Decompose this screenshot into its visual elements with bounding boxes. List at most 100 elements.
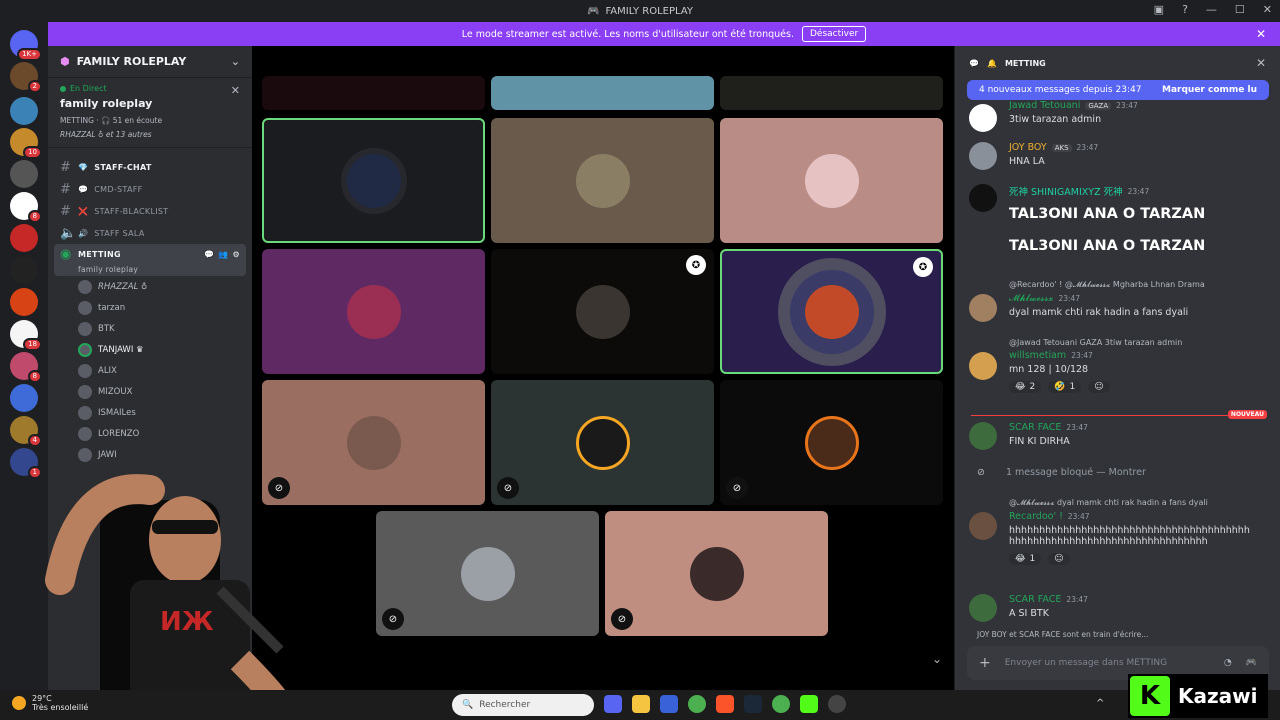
server-icon[interactable] bbox=[10, 224, 38, 252]
channel-item[interactable]: 🔈 🔊 STAFF SALA bbox=[48, 222, 252, 244]
steam-icon[interactable] bbox=[744, 695, 762, 713]
server-icon[interactable] bbox=[10, 288, 38, 316]
home-button[interactable]: 1K+ bbox=[10, 30, 42, 61]
chat-message[interactable]: Jawad Tetouani GAZA 23:47 3tiw tarazan adm… bbox=[969, 100, 1269, 132]
add-reaction-button[interactable]: ☺ bbox=[1048, 553, 1070, 565]
author-name[interactable]: Jawad Tetouani bbox=[1009, 100, 1080, 111]
reply-preview[interactable]: @𝓜𝓱𝓵𝔀𝓮𝓼𝓼𝔁 dyal mamk chti rak hadin a fan… bbox=[1009, 498, 1269, 508]
voice-user[interactable]: tarzan bbox=[48, 297, 252, 318]
reaction[interactable]: 😂 1 bbox=[1009, 553, 1042, 565]
close-window-button[interactable]: ✕ bbox=[1263, 3, 1272, 16]
participant-tile[interactable]: ✪ bbox=[491, 249, 714, 374]
plus-icon[interactable]: + bbox=[979, 655, 991, 671]
author-name[interactable]: SCAR FACE bbox=[1009, 594, 1061, 605]
participant-tile[interactable]: ⊘ bbox=[491, 380, 714, 505]
message-input[interactable]: Envoyer un message dans METTING bbox=[1005, 658, 1167, 668]
help-icon[interactable]: ? bbox=[1182, 3, 1188, 16]
server-icon[interactable]: 8 bbox=[10, 352, 42, 383]
server-icon[interactable]: 1 bbox=[10, 448, 42, 479]
participant-tile[interactable] bbox=[262, 76, 485, 110]
add-reaction-button[interactable]: ☺ bbox=[1088, 381, 1110, 393]
live-panel[interactable]: En Direct family roleplay METTING · 🎧 51… bbox=[48, 78, 252, 148]
discord-app-icon[interactable] bbox=[604, 695, 622, 713]
close-chat-icon[interactable]: ✕ bbox=[1256, 56, 1266, 70]
active-voice-channel[interactable]: ◉ METTING 💬 👥 ⚙ family roleplay bbox=[54, 244, 246, 276]
channel-item[interactable]: # 💬 CMD-STAFF bbox=[48, 178, 252, 200]
maximize-button[interactable]: ☐ bbox=[1235, 3, 1245, 16]
chat-message[interactable]: JOY BOY AKS 23:47 HNA LA bbox=[969, 142, 1269, 170]
channel-item[interactable]: # ❌ STAFF-BLACKLIST bbox=[48, 200, 252, 222]
new-messages-bar[interactable]: 4 nouveaux messages depuis 23:47 Marquer… bbox=[967, 80, 1269, 100]
close-icon[interactable]: ✕ bbox=[231, 84, 240, 97]
sticker-icon[interactable]: ◔ bbox=[1224, 658, 1232, 668]
voice-user[interactable]: MIZOUX bbox=[48, 381, 252, 402]
mark-as-read-button[interactable]: Marquer comme lu bbox=[1162, 85, 1257, 95]
gamepad-icon[interactable]: 🎮 bbox=[1246, 658, 1257, 668]
participant-tile[interactable] bbox=[262, 249, 485, 374]
chat-message[interactable]: SCAR FACE 23:47 A SI BTK bbox=[969, 594, 1269, 622]
chat-icon[interactable]: 💬 bbox=[204, 250, 214, 259]
server-icon[interactable]: 18 bbox=[10, 320, 42, 351]
voice-user[interactable]: LORENZO bbox=[48, 423, 252, 444]
author-name[interactable]: 𝓜𝓱𝓵𝔀𝓮𝓼𝓼𝔁 bbox=[1009, 293, 1053, 304]
blocked-text[interactable]: 1 message bloqué — Montrer bbox=[1006, 467, 1146, 478]
chat-message[interactable]: 死神 SHINIGAMIXYZ 死神 23:47 TAL3ONI ANA O TA… bbox=[969, 184, 1269, 254]
voice-user[interactable]: ISMAILes bbox=[48, 402, 252, 423]
server-icon[interactable]: 2 bbox=[10, 62, 42, 93]
participant-tile[interactable]: ⊘ bbox=[262, 380, 485, 505]
participant-tile[interactable]: ⊘ bbox=[376, 511, 599, 636]
reaction[interactable]: 😂 2 bbox=[1009, 381, 1042, 393]
inbox-icon[interactable]: ▣ bbox=[1154, 3, 1164, 16]
chevron-down-icon[interactable]: ⌄ bbox=[932, 652, 942, 666]
minimize-button[interactable]: — bbox=[1206, 3, 1217, 16]
reply-preview[interactable]: @Recardoo' ! @𝓜𝓱𝓵𝔀𝓮𝓼𝓼𝔁 Mgharba Lhnan Dra… bbox=[1009, 280, 1269, 290]
blocked-message[interactable]: ⊘ 1 message bloqué — Montrer bbox=[969, 467, 1269, 478]
chat-message[interactable]: SCAR FACE 23:47 FIN KI DIRHA bbox=[969, 422, 1269, 450]
taskbar-search[interactable]: 🔍 Rechercher bbox=[452, 694, 594, 716]
brave-icon[interactable] bbox=[716, 695, 734, 713]
voice-user[interactable]: TANJAWI ♛ bbox=[48, 339, 252, 360]
author-name[interactable]: Recardoo' ! bbox=[1009, 511, 1063, 522]
close-banner-icon[interactable]: ✕ bbox=[1256, 27, 1266, 41]
chat-message[interactable]: @𝓜𝓱𝓵𝔀𝓮𝓼𝓼𝔁 dyal mamk chti rak hadin a fan… bbox=[969, 498, 1269, 565]
disable-streamer-mode-button[interactable]: Désactiver bbox=[801, 26, 867, 42]
obs-icon[interactable] bbox=[828, 695, 846, 713]
participant-tile[interactable]: ⊘ bbox=[605, 511, 828, 636]
author-name[interactable]: JOY BOY bbox=[1009, 142, 1047, 153]
server-icon[interactable]: 8 bbox=[10, 192, 42, 223]
app-icon[interactable] bbox=[660, 695, 678, 713]
chrome-icon[interactable] bbox=[772, 695, 790, 713]
chevron-down-icon[interactable]: ⌄ bbox=[231, 55, 240, 68]
participant-tile[interactable] bbox=[262, 118, 485, 243]
server-icon[interactable] bbox=[10, 256, 38, 284]
reply-preview[interactable]: @Jawad Tetouani GAZA 3tiw tarazan admin bbox=[1009, 338, 1269, 347]
voice-user[interactable]: RHAZZAL ♁ bbox=[48, 276, 252, 297]
chat-message[interactable]: @Jawad Tetouani GAZA 3tiw tarazan admin … bbox=[969, 338, 1269, 393]
server-icon[interactable] bbox=[10, 97, 38, 125]
author-name[interactable]: SCAR FACE bbox=[1009, 422, 1061, 433]
participant-tile[interactable] bbox=[720, 118, 943, 243]
voice-user[interactable]: ALIX bbox=[48, 360, 252, 381]
weather-widget[interactable]: 29°C Très ensoleillé bbox=[12, 694, 88, 712]
server-icon[interactable] bbox=[10, 384, 38, 412]
participant-tile-speaking[interactable]: ✪ bbox=[720, 249, 943, 374]
chrome-icon[interactable] bbox=[688, 695, 706, 713]
participant-tile[interactable] bbox=[491, 118, 714, 243]
server-icon[interactable]: 10 bbox=[10, 128, 42, 159]
system-tray-chevron[interactable]: ^ bbox=[1096, 698, 1104, 709]
chat-message[interactable]: @Recardoo' ! @𝓜𝓱𝓵𝔀𝓮𝓼𝓼𝔁 Mgharba Lhnan Dra… bbox=[969, 280, 1269, 322]
participant-tile[interactable]: ⊘ bbox=[720, 380, 943, 505]
participant-tile[interactable] bbox=[720, 76, 943, 110]
kick-icon[interactable] bbox=[800, 695, 818, 713]
voice-user[interactable]: BTK bbox=[48, 318, 252, 339]
server-icon[interactable]: 4 bbox=[10, 416, 42, 447]
author-name[interactable]: 死神 SHINIGAMIXYZ 死神 bbox=[1009, 184, 1123, 198]
server-header[interactable]: ⬢ FAMILY ROLEPLAY ⌄ bbox=[48, 46, 252, 78]
file-explorer-icon[interactable] bbox=[632, 695, 650, 713]
channel-item[interactable]: # 💎 STAFF-CHAT bbox=[48, 156, 252, 178]
add-member-icon[interactable]: 👥 bbox=[218, 250, 228, 259]
reaction[interactable]: 🤣 1 bbox=[1048, 381, 1082, 393]
participant-tile[interactable] bbox=[491, 76, 714, 110]
gear-icon[interactable]: ⚙ bbox=[233, 250, 240, 259]
author-name[interactable]: willsmetiam bbox=[1009, 350, 1066, 361]
